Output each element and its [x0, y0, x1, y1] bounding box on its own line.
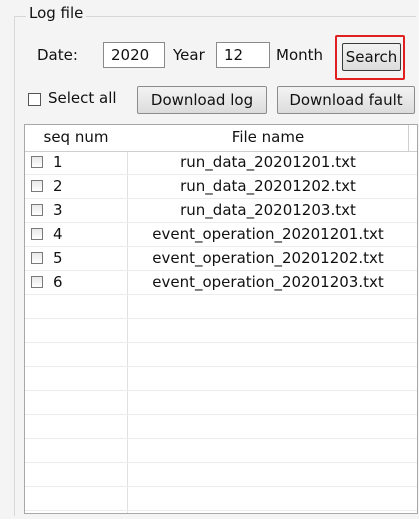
month-label: Month	[276, 46, 324, 64]
table-row[interactable]: 4 event_operation_20201201.txt	[25, 223, 417, 247]
empty-table-row	[25, 511, 417, 513]
empty-table-row	[25, 487, 417, 511]
empty-table-row	[25, 319, 417, 343]
seq-cell: 3	[53, 201, 63, 219]
row-checkbox[interactable]	[31, 204, 43, 216]
select-all-checkbox[interactable]	[28, 93, 41, 106]
table-row[interactable]: 2 run_data_20201202.txt	[25, 175, 417, 199]
row-checkbox[interactable]	[31, 252, 43, 264]
empty-table-row	[25, 295, 417, 319]
search-button[interactable]: Search	[342, 43, 401, 71]
table-row[interactable]: 3 run_data_20201203.txt	[25, 199, 417, 223]
row-checkbox[interactable]	[31, 156, 43, 168]
seq-cell: 4	[53, 225, 63, 243]
empty-table-row	[25, 439, 417, 463]
row-checkbox[interactable]	[31, 180, 43, 192]
filename-cell: event_operation_20201203.txt	[152, 273, 384, 291]
header-divider	[408, 125, 409, 151]
seq-cell: 5	[53, 249, 63, 267]
row-checkbox[interactable]	[31, 276, 43, 288]
empty-table-row	[25, 463, 417, 487]
seq-cell: 1	[53, 153, 63, 171]
filename-cell: run_data_20201202.txt	[180, 177, 356, 195]
seq-cell: 6	[53, 273, 63, 291]
select-all-label[interactable]: Select all	[48, 89, 117, 107]
empty-table-row	[25, 343, 417, 367]
empty-table-row	[25, 415, 417, 439]
download-log-button[interactable]: Download log	[137, 86, 267, 114]
group-title: Log file	[26, 4, 87, 22]
table-row[interactable]: 6 event_operation_20201203.txt	[25, 271, 417, 295]
filename-cell: run_data_20201203.txt	[180, 201, 356, 219]
filename-cell: event_operation_20201202.txt	[152, 249, 384, 267]
filename-cell: event_operation_20201201.txt	[152, 225, 384, 243]
file-table: seq num File name 1 run_data_20201201.tx…	[24, 124, 418, 514]
table-row[interactable]: 1 run_data_20201201.txt	[25, 151, 417, 175]
month-input[interactable]: 12	[216, 42, 270, 68]
empty-table-row	[25, 367, 417, 391]
seq-cell: 2	[53, 177, 63, 195]
column-header-seq[interactable]: seq num	[25, 128, 127, 146]
date-label: Date:	[37, 46, 78, 64]
download-fault-button[interactable]: Download fault	[277, 86, 415, 114]
year-label: Year	[173, 46, 205, 64]
empty-table-row	[25, 391, 417, 415]
table-row[interactable]: 5 event_operation_20201202.txt	[25, 247, 417, 271]
table-header: seq num File name	[25, 125, 417, 152]
row-checkbox[interactable]	[31, 228, 43, 240]
column-header-filename[interactable]: File name	[128, 128, 408, 146]
filename-cell: run_data_20201201.txt	[180, 153, 356, 171]
year-input[interactable]: 2020	[103, 42, 165, 68]
